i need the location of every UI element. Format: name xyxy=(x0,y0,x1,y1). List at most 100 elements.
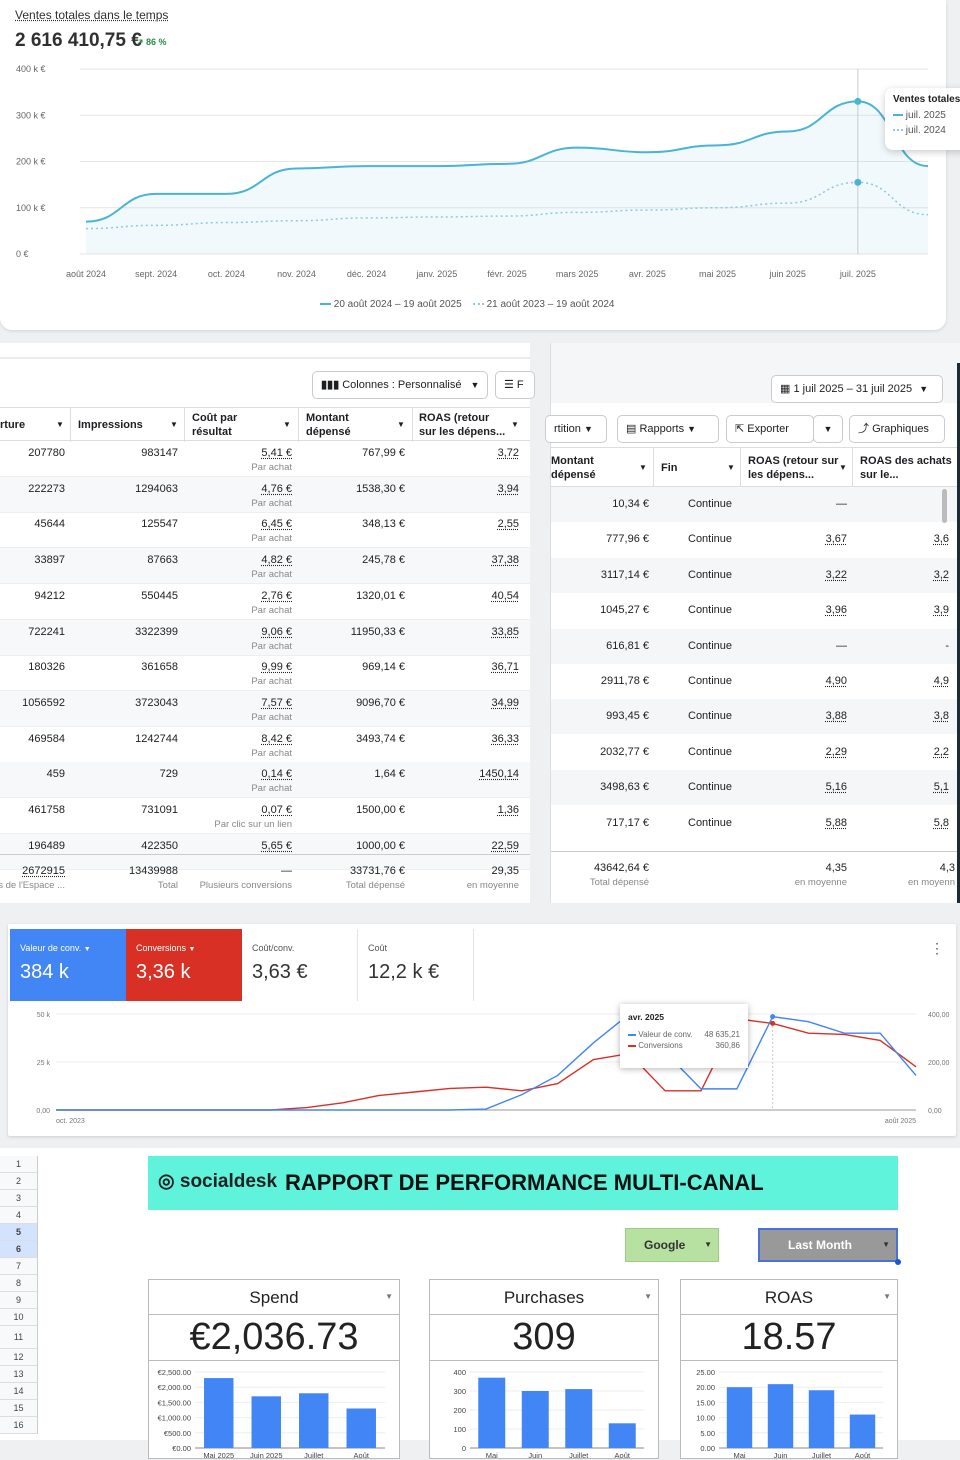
row-header[interactable]: 6 xyxy=(0,1241,38,1258)
bar[interactable] xyxy=(850,1415,875,1448)
sales-title[interactable]: Ventes totales dans le temps xyxy=(15,8,168,22)
cell-cost-per-result: 8,42 € xyxy=(261,733,292,745)
x-tick-label: févr. 2025 xyxy=(487,269,527,279)
period-filter[interactable]: Last Month ▼ xyxy=(758,1228,898,1262)
reports-button[interactable]: ▤ Rapports ▼ xyxy=(617,415,719,443)
x-tick-label: Mai 2025 xyxy=(203,1451,234,1460)
row-header[interactable]: 11 xyxy=(0,1326,38,1349)
bar[interactable] xyxy=(565,1389,592,1448)
table-row[interactable]: 461758 731091 0,07 € Par clic sur un lien 15… xyxy=(0,798,530,834)
table-row[interactable]: 33897 87663 4,82 € Par achat 245,78 € 37,38 xyxy=(0,548,530,584)
row-header[interactable]: 14 xyxy=(0,1383,38,1400)
google-ads-line-chart[interactable]: 50 k 400,00 25 k 200,00 0,00 0,00 oct. 2023 aoû… xyxy=(8,1004,956,1129)
row-header[interactable]: 2 xyxy=(0,1173,38,1190)
channel-filter[interactable]: Google ▼ xyxy=(625,1228,719,1262)
col-cost-per-result[interactable]: Coût par résultat xyxy=(192,411,262,439)
row-header[interactable]: 15 xyxy=(0,1400,38,1417)
table-row[interactable]: 459 729 0,14 € Par achat 1,64 € 1450,14 xyxy=(0,762,530,798)
columns-button[interactable]: ▮▮▮ Colonnes : Personnalisé ▼ xyxy=(312,371,488,399)
kpi-cost-per-conv[interactable]: Coût/conv. 3,63 € xyxy=(242,929,358,1001)
bar[interactable] xyxy=(252,1396,281,1448)
kpi-conversions[interactable]: Conversions ▼ 3,36 k xyxy=(126,929,242,1001)
col-reach[interactable]: rture xyxy=(0,418,25,432)
cell-reach: 94212 xyxy=(34,590,65,602)
table-row[interactable]: 993,45 € Continue 3,88 3,8 xyxy=(551,699,957,734)
table-row[interactable]: 2911,78 € Continue 4,90 4,9 xyxy=(551,664,957,699)
col-roas[interactable]: ROAS (retour sur les dépens... xyxy=(419,411,509,439)
cell-result-type: Par achat xyxy=(251,783,292,794)
row-header[interactable]: 1 xyxy=(0,1156,38,1173)
footer-reach-sub: s de l'Espace ... xyxy=(0,880,65,891)
chevron-down-icon: ▼ xyxy=(471,380,480,390)
more-vert-icon[interactable]: ⋮ xyxy=(930,940,944,957)
row-header[interactable]: 9 xyxy=(0,1292,38,1309)
row-header[interactable]: 7 xyxy=(0,1258,38,1275)
kpi-conv-value[interactable]: Valeur de conv. ▼ 384 k xyxy=(10,929,126,1001)
bar[interactable] xyxy=(609,1423,636,1448)
col-impressions[interactable]: Impressions xyxy=(78,418,143,432)
row-header[interactable]: 5 xyxy=(0,1224,38,1241)
table-row[interactable]: 777,96 € Continue 3,67 3,6 xyxy=(551,522,957,557)
bar[interactable] xyxy=(809,1390,834,1448)
table-row[interactable]: 94212 550445 2,76 € Par achat 1320,01 € 40,54 xyxy=(0,584,530,620)
col-end[interactable]: Fin xyxy=(661,461,678,475)
col-amount-spent[interactable]: Montant dépensé xyxy=(551,454,601,482)
cell-roas: 4,90 xyxy=(826,675,847,687)
table-row[interactable]: 45644 125547 6,45 € Par achat 348,13 € 2,55 xyxy=(0,512,530,548)
meta-ads-right-panel: ▦ 1 juil 2025 – 31 juil 2025 ▼ rtition ▼… xyxy=(550,343,960,903)
current-point[interactable] xyxy=(854,98,861,105)
socialdesk-logo: ◎ socialdesk xyxy=(158,1170,277,1193)
charts-button[interactable]: ⤴ Graphiques xyxy=(849,415,945,443)
table-row[interactable]: 222273 1294063 4,76 € Par achat 1538,30 € 3,9… xyxy=(0,477,530,513)
chevron-down-icon[interactable]: ▼ xyxy=(385,1292,393,1301)
bar[interactable] xyxy=(204,1378,233,1448)
table-row[interactable]: 616,81 € Continue — - xyxy=(551,629,957,664)
table-row[interactable]: 180326 361658 9,99 € Par achat 969,14 € 36,71 xyxy=(0,655,530,691)
row-header[interactable]: 3 xyxy=(0,1190,38,1207)
table-row[interactable]: 2032,77 € Continue 2,29 2,2 xyxy=(551,735,957,770)
row-header[interactable]: 8 xyxy=(0,1275,38,1292)
row-header[interactable]: 4 xyxy=(0,1207,38,1224)
col-amount-spent[interactable]: Montant dépensé xyxy=(306,411,376,439)
table-row[interactable]: 207780 983147 5,41 € Par achat 767,99 € 3,72 xyxy=(0,441,530,477)
cell-impressions: 3322399 xyxy=(135,626,178,638)
x-tick-label: Août xyxy=(855,1451,871,1460)
export-dropdown[interactable]: ▼ xyxy=(813,415,843,443)
table-row[interactable]: 10,34 € Continue — xyxy=(551,487,957,522)
chevron-down-icon[interactable]: ▼ xyxy=(883,1292,891,1301)
table-row[interactable]: 722241 3322399 9,06 € Par achat 11950,33 € 33… xyxy=(0,620,530,656)
table-row[interactable]: 1056592 3723043 7,57 € Par achat 9096,70 € 34… xyxy=(0,691,530,727)
previous-point[interactable] xyxy=(854,179,861,186)
conversions-point[interactable] xyxy=(770,1021,775,1026)
scrollbar[interactable] xyxy=(942,489,947,523)
row-header[interactable]: 16 xyxy=(0,1417,38,1434)
row-header[interactable]: 10 xyxy=(0,1309,38,1326)
row-header[interactable]: 12 xyxy=(0,1349,38,1366)
table-row[interactable]: 3117,14 € Continue 3,22 3,2 xyxy=(551,558,957,593)
cell-result-type: Par achat xyxy=(251,569,292,580)
export-button[interactable]: ⇱ Exporter xyxy=(726,415,814,443)
footer-spent: 33731,76 € xyxy=(350,865,405,877)
bar[interactable] xyxy=(478,1378,505,1448)
y-tick-label: €500.00 xyxy=(164,1429,191,1438)
date-range-picker[interactable]: ▦ 1 juil 2025 – 31 juil 2025 ▼ xyxy=(771,375,943,403)
bar[interactable] xyxy=(347,1408,376,1448)
table-row[interactable]: 469584 1242744 8,42 € Par achat 3493,74 € 36,… xyxy=(0,727,530,763)
cell-cost-per-result: 9,06 € xyxy=(261,626,292,638)
breakdown-button[interactable]: rtition ▼ xyxy=(545,415,607,443)
bar[interactable] xyxy=(768,1384,793,1448)
cell-purchase-roas: 3,8 xyxy=(934,710,949,722)
conv-value-point[interactable] xyxy=(770,1014,775,1019)
breakdown-button[interactable]: ☰ F xyxy=(495,371,535,399)
table-row[interactable]: 3498,63 € Continue 5,16 5,1 xyxy=(551,770,957,805)
bar[interactable] xyxy=(522,1391,549,1448)
col-roas[interactable]: ROAS (retour sur les dépens... xyxy=(748,454,840,482)
table-row[interactable]: 717,17 € Continue 5,88 5,8 xyxy=(551,806,957,841)
row-header[interactable]: 13 xyxy=(0,1366,38,1383)
kpi-cost[interactable]: Coût 12,2 k € xyxy=(358,929,474,1001)
bar[interactable] xyxy=(727,1387,752,1448)
table-row[interactable]: 1045,27 € Continue 3,96 3,9 xyxy=(551,593,957,628)
chevron-down-icon[interactable]: ▼ xyxy=(644,1292,652,1301)
col-purchase-roas[interactable]: ROAS des achats sur le... xyxy=(860,454,952,482)
sales-line-chart[interactable]: 400 k € 300 k € 200 k € 100 k € 0 € août 2024… xyxy=(0,55,946,320)
